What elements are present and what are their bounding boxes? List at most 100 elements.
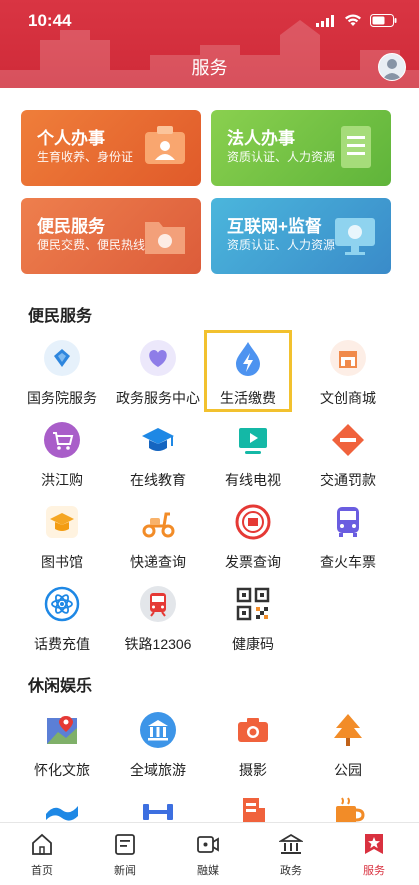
card-subtitle: 资质认证、人力资源 bbox=[227, 150, 336, 164]
service-icon bbox=[365, 834, 383, 854]
leisure-item-partial[interactable] bbox=[14, 794, 110, 822]
item-label: 国务院服务 bbox=[27, 390, 97, 406]
wave-icon bbox=[46, 806, 78, 821]
service-item-utility-payment[interactable]: 生活缴费 bbox=[204, 330, 292, 412]
item-label: 摄影 bbox=[239, 762, 267, 778]
service-item-health-code[interactable]: 健康码 bbox=[205, 586, 301, 666]
card-title: 互联网+监督 bbox=[227, 217, 322, 236]
tab-government[interactable]: 政务 bbox=[249, 829, 333, 879]
leisure-item-all-region-tourism[interactable]: 全域旅游 bbox=[110, 712, 206, 792]
home-icon bbox=[32, 833, 52, 855]
item-label: 铁路12306 bbox=[124, 636, 192, 652]
item-label: 交通罚款 bbox=[320, 472, 376, 488]
coffee-icon bbox=[336, 797, 365, 822]
leisure-item-photography[interactable]: 摄影 bbox=[205, 712, 301, 792]
item-label: 健康码 bbox=[232, 636, 274, 652]
item-label: 在线教育 bbox=[130, 472, 186, 488]
gov-center-icon bbox=[140, 340, 176, 376]
item-label: 查火车票 bbox=[320, 554, 376, 570]
status-time: 10:44 bbox=[28, 11, 72, 30]
service-item-phone-recharge[interactable]: 话费充值 bbox=[14, 586, 110, 666]
leisure-item-park[interactable]: 公园 bbox=[300, 712, 396, 792]
status-icons bbox=[316, 14, 397, 27]
header: 10:44 服务 bbox=[0, 0, 419, 88]
service-item-cable-tv[interactable]: 有线电视 bbox=[205, 422, 301, 502]
user-avatar-icon bbox=[382, 59, 402, 80]
folder-icon bbox=[145, 222, 185, 254]
service-item-railway-12306[interactable]: 铁路12306 bbox=[110, 586, 206, 666]
tab-label: 新闻 bbox=[114, 865, 136, 877]
card-personal-affairs[interactable]: 个人办事 生育收养、身份证 bbox=[21, 110, 201, 186]
media-icon bbox=[197, 836, 219, 853]
state-council-icon bbox=[44, 340, 80, 376]
avatar[interactable] bbox=[378, 53, 406, 81]
section-title-convenience: 便民服务 bbox=[28, 308, 93, 325]
tree-icon bbox=[334, 714, 362, 746]
service-item-hongjiang-shop[interactable]: 洪江购 bbox=[14, 422, 110, 502]
building-icon bbox=[243, 798, 265, 822]
atom-icon bbox=[44, 586, 80, 622]
shopping-cart-icon bbox=[44, 422, 80, 458]
page-title: 服务 bbox=[191, 58, 228, 78]
item-label: 有线电视 bbox=[225, 472, 281, 488]
tab-service[interactable]: 服务 bbox=[332, 829, 416, 879]
item-label: 快递查询 bbox=[130, 554, 186, 570]
service-item-online-education[interactable]: 在线教育 bbox=[110, 422, 206, 502]
leisure-item-partial[interactable] bbox=[110, 794, 206, 822]
service-item-train-tickets[interactable]: 查火车票 bbox=[300, 504, 396, 584]
tab-label: 政务 bbox=[280, 865, 302, 877]
item-label: 发票查询 bbox=[225, 554, 281, 570]
item-label: 生活缴费 bbox=[220, 390, 276, 406]
museum-icon bbox=[140, 712, 176, 748]
card-title: 个人办事 bbox=[37, 129, 105, 148]
news-icon bbox=[115, 834, 135, 855]
tab-media[interactable]: 融媒 bbox=[166, 829, 250, 879]
main-content: 个人办事 生育收养、身份证 法人办事 资质认证、人力资源 便民服务 便民交费、便… bbox=[0, 88, 419, 822]
item-label: 洪江购 bbox=[41, 472, 83, 488]
traffic-fine-icon bbox=[332, 424, 364, 456]
service-item-gov-center[interactable]: 政务服务中心 bbox=[110, 340, 206, 420]
leisure-item-huaihua-culture[interactable]: 怀化文旅 bbox=[14, 712, 110, 792]
train-icon bbox=[140, 586, 176, 622]
tab-label: 融媒 bbox=[197, 865, 219, 877]
card-legal-affairs[interactable]: 法人办事 资质认证、人力资源 bbox=[211, 110, 391, 186]
service-item-traffic-fine[interactable]: 交通罚款 bbox=[300, 422, 396, 502]
bottom-tab-bar: 首页 新闻 融媒 政务 服务 bbox=[0, 822, 419, 885]
card-subtitle: 资质认证、人力资源 bbox=[227, 238, 336, 252]
service-item-store[interactable]: 文创商城 bbox=[300, 340, 396, 420]
dumbbell-icon bbox=[143, 804, 173, 820]
item-label: 全域旅游 bbox=[130, 762, 186, 778]
service-item-express-query[interactable]: 快递查询 bbox=[110, 504, 206, 584]
service-item-invoice-query[interactable]: 发票查询 bbox=[205, 504, 301, 584]
service-item-state-council[interactable]: 国务院服务 bbox=[14, 340, 110, 420]
item-label: 文创商城 bbox=[320, 390, 376, 406]
item-label: 怀化文旅 bbox=[34, 762, 90, 778]
library-icon bbox=[46, 506, 78, 538]
tab-home[interactable]: 首页 bbox=[0, 829, 84, 879]
tab-news[interactable]: 新闻 bbox=[83, 829, 167, 879]
leisure-item-partial[interactable] bbox=[205, 794, 301, 822]
section-title-leisure: 休闲娱乐 bbox=[28, 678, 93, 695]
utility-payment-icon bbox=[236, 342, 260, 376]
item-label: 公园 bbox=[334, 762, 362, 778]
item-label: 政务服务中心 bbox=[116, 390, 200, 406]
store-icon bbox=[330, 340, 366, 376]
government-icon bbox=[279, 833, 303, 854]
graduation-cap-icon bbox=[142, 428, 174, 451]
tab-label: 首页 bbox=[31, 865, 53, 877]
service-item-library[interactable]: 图书馆 bbox=[14, 504, 110, 584]
card-internet-supervision[interactable]: 互联网+监督 资质认证、人力资源 bbox=[211, 198, 391, 274]
card-subtitle: 生育收养、身份证 bbox=[37, 150, 134, 164]
leisure-item-partial[interactable] bbox=[300, 794, 396, 822]
map-pin-icon bbox=[47, 716, 77, 744]
qr-code-icon bbox=[236, 587, 270, 621]
signal-icon bbox=[316, 14, 334, 27]
tv-icon bbox=[239, 428, 267, 454]
card-title: 便民服务 bbox=[37, 217, 105, 236]
card-convenience-services[interactable]: 便民服务 便民交费、便民热线 bbox=[21, 198, 201, 274]
item-label: 话费充值 bbox=[34, 636, 90, 652]
status-bar: 10:44 bbox=[0, 0, 419, 40]
camera-icon bbox=[238, 718, 268, 742]
invoice-seal-icon bbox=[235, 504, 271, 540]
tab-label: 服务 bbox=[363, 865, 385, 877]
